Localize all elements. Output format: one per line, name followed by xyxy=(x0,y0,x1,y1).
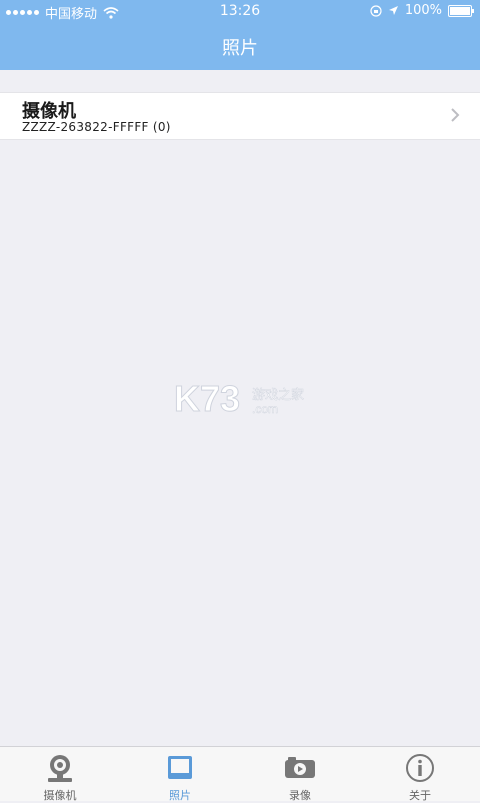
battery-percent: 100% xyxy=(404,3,442,18)
info-icon xyxy=(406,754,434,782)
tab-label: 录像 xyxy=(289,789,311,802)
tab-label: 关于 xyxy=(409,789,431,802)
tab-about[interactable]: 关于 xyxy=(360,747,480,802)
tab-bar: 摄像机 照片 录像 关于 xyxy=(0,746,480,802)
status-bar: 中国移动 13:26 100% xyxy=(0,0,480,22)
chevron-right-icon xyxy=(451,108,460,122)
tab-photos[interactable]: 照片 xyxy=(120,747,240,802)
tab-label: 摄像机 xyxy=(43,789,77,802)
k73-watermark-logo: K73 游戏之家 .com xyxy=(174,378,305,420)
list-item-camera[interactable]: 摄像机 ZZZZ-263822-FFFFF (0) xyxy=(0,92,480,140)
page-title: 照片 xyxy=(222,38,258,59)
svg-text:.com: .com xyxy=(252,402,278,416)
photo-icon xyxy=(168,756,192,779)
header-bar: 中国移动 13:26 100% 照片 xyxy=(0,0,480,70)
battery-icon xyxy=(448,4,474,17)
status-right: 100% xyxy=(370,3,474,18)
svg-text:游戏之家: 游戏之家 xyxy=(252,387,304,403)
tab-label: 照片 xyxy=(169,789,191,802)
webcam-icon xyxy=(48,755,72,782)
video-icon xyxy=(285,757,315,778)
list-item-subtitle: ZZZZ-263822-FFFFF (0) xyxy=(22,120,171,134)
rotation-lock-icon xyxy=(370,4,382,17)
location-arrow-icon xyxy=(388,6,398,15)
tab-camera[interactable]: 摄像机 xyxy=(0,747,120,802)
tab-videos[interactable]: 录像 xyxy=(240,747,360,802)
svg-text:K73: K73 xyxy=(174,378,240,419)
